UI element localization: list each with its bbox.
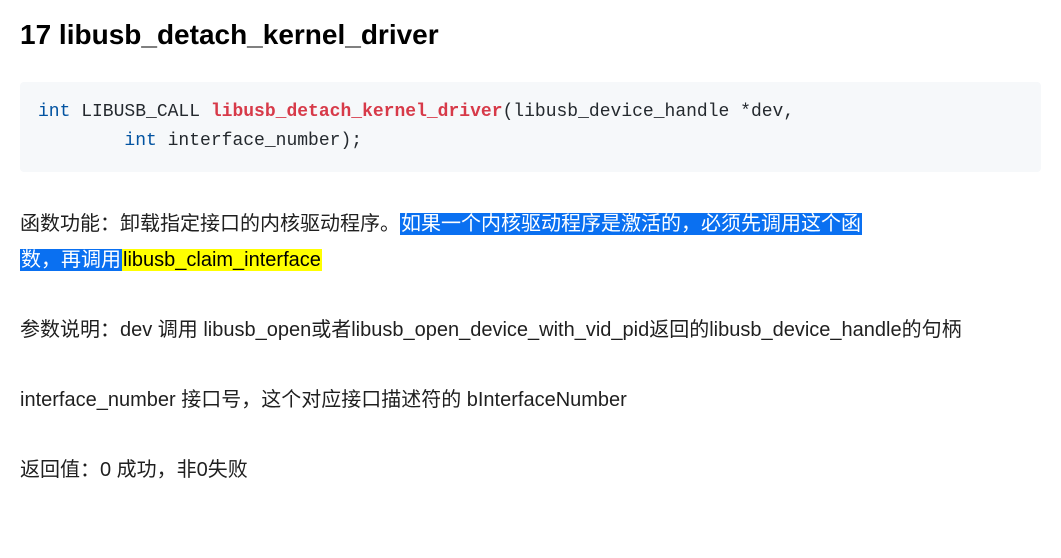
highlight-blue: 数，再调用 xyxy=(20,249,122,271)
function-description: 函数功能：卸载指定接口的内核驱动程序。如果一个内核驱动程序是激活的，必须先调用这… xyxy=(20,206,1041,278)
code-text: (libusb_device_handle *dev, xyxy=(503,102,795,122)
code-text: interface_number); xyxy=(157,131,362,151)
keyword-int: int xyxy=(124,131,156,151)
param-description: interface_number 接口号，这个对应接口描述符的 bInterfa… xyxy=(20,382,1041,418)
code-indent xyxy=(38,131,124,151)
function-name: libusb_detach_kernel_driver xyxy=(211,102,503,122)
highlight-blue: 如果一个内核驱动程序是激活的，必须先调用这个函 xyxy=(400,213,862,235)
desc-prefix: 函数功能：卸载指定接口的内核驱动程序。 xyxy=(20,213,400,235)
return-value: 返回值：0 成功，非0失败 xyxy=(20,452,1041,488)
code-block: int LIBUSB_CALL libusb_detach_kernel_dri… xyxy=(20,82,1041,172)
section-heading: 17 libusb_detach_kernel_driver xyxy=(20,10,1041,60)
param-description: 参数说明：dev 调用 libusb_open或者libusb_open_dev… xyxy=(20,312,1041,348)
code-text: LIBUSB_CALL xyxy=(70,102,210,122)
keyword-int: int xyxy=(38,102,70,122)
highlight-yellow: libusb_claim_interface xyxy=(122,249,322,271)
